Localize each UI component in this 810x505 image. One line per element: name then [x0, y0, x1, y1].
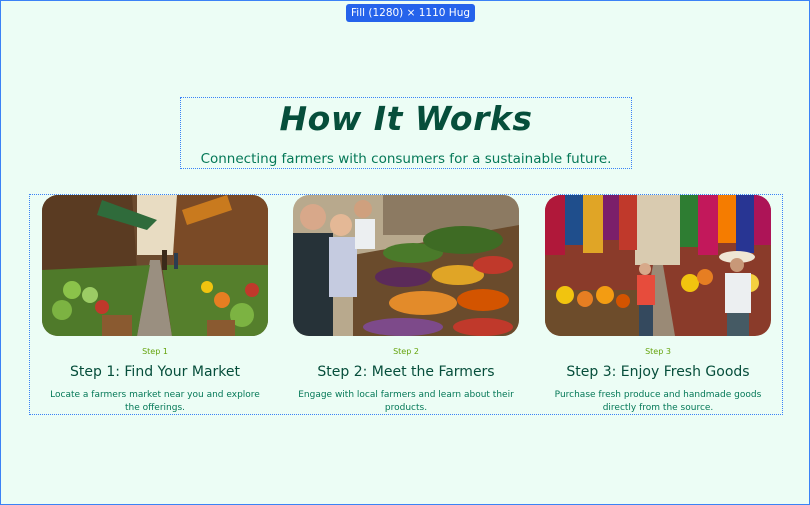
- step-card-1: Step 1 Step 1: Find Your Market Locate a…: [42, 195, 268, 415]
- header-section: How It Works Connecting farmers with con…: [180, 97, 632, 169]
- page-title: How It Works: [279, 99, 533, 138]
- frame-size-badge: Fill (1280) × 1110 Hug: [346, 4, 476, 22]
- market-street-image: [42, 195, 268, 336]
- step-description-3: Purchase fresh produce and handmade good…: [554, 390, 762, 413]
- step-title-1: Step 1: Find Your Market: [70, 364, 240, 380]
- step-card-3: Step 3 Step 3: Enjoy Fresh Goods Purchas…: [545, 195, 771, 415]
- step-number-1: Step 1: [142, 347, 168, 356]
- step-title-3: Step 3: Enjoy Fresh Goods: [566, 364, 750, 380]
- farmers-stall-image: [293, 195, 519, 336]
- step-number-2: Step 2: [393, 347, 419, 356]
- step-description-1: Locate a farmers market near you and exp…: [50, 390, 260, 413]
- steps-section: Step 1 Step 1: Find Your Market Locate a…: [29, 194, 783, 415]
- step-number-3: Step 3: [645, 347, 671, 356]
- step-card-2: Step 2 Step 2: Meet the Farmers Engage w…: [293, 195, 519, 415]
- page-subtitle: Connecting farmers with consumers for a …: [200, 151, 612, 167]
- step-title-2: Step 2: Meet the Farmers: [317, 364, 495, 380]
- step-description-2: Engage with local farmers and learn abou…: [298, 390, 514, 413]
- textile-market-image: [545, 195, 771, 336]
